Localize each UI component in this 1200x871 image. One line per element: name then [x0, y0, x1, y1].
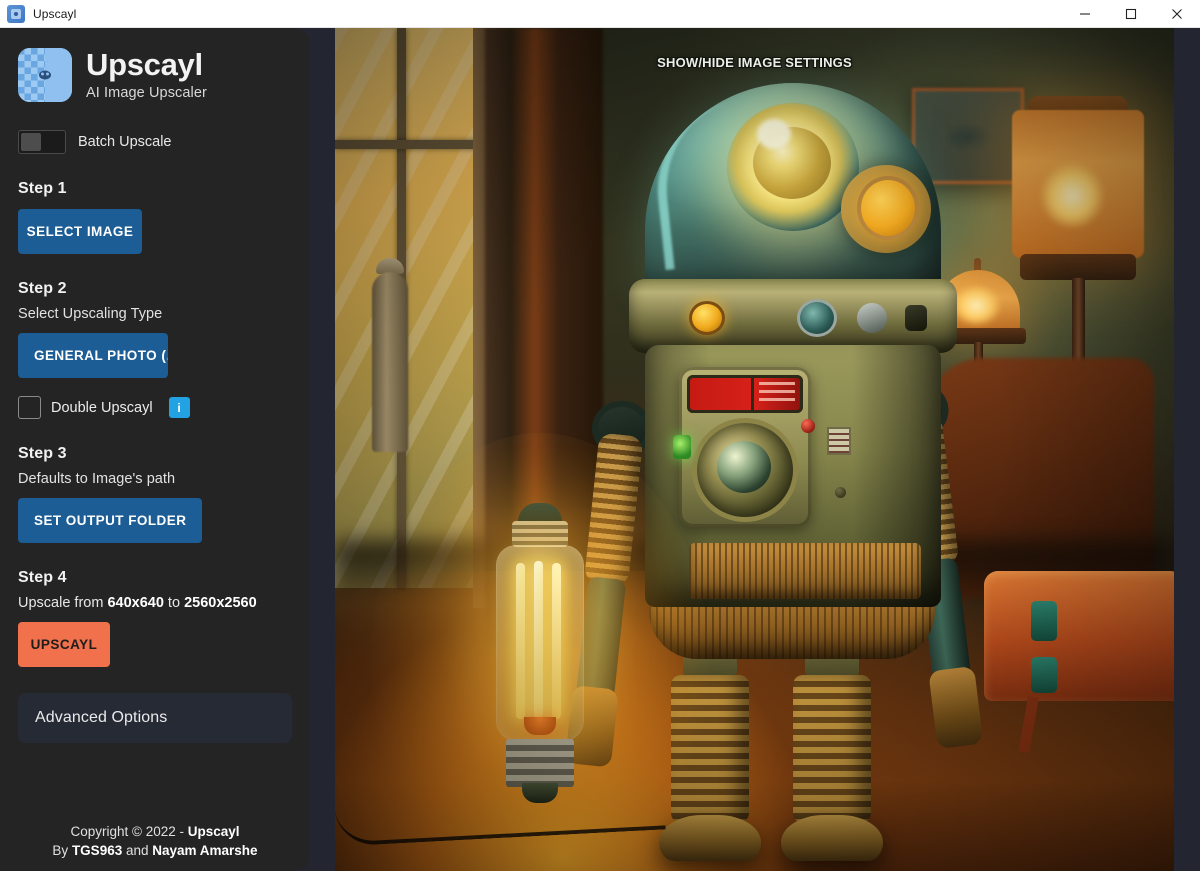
upscale-prefix: Upscale from: [18, 595, 108, 611]
robot-belt: [689, 543, 921, 599]
upscayl-app-icon: [7, 4, 25, 23]
advanced-options-panel[interactable]: Advanced Options: [18, 693, 292, 743]
brand-header: Upscayl AI Image Upscaler: [18, 28, 292, 102]
footer-author-1: TGS963: [71, 843, 123, 859]
upscaling-type-select[interactable]: GENERAL PHOTO (…: [18, 333, 168, 378]
footer-app-name: Upscayl: [187, 823, 240, 839]
double-upscayl-row[interactable]: Double Upscayl i: [18, 396, 292, 419]
robot-chest-panel: [673, 367, 815, 527]
upscayl-logo: [18, 48, 72, 102]
advanced-options-label: Advanced Options: [35, 709, 168, 726]
preview-image[interactable]: SHOW/HIDE IMAGE SETTINGS: [335, 28, 1174, 871]
robot-head-gauge: [841, 165, 931, 253]
double-upscayl-label: Double Upscayl: [51, 399, 153, 416]
robot-label-plate: [827, 427, 851, 455]
robot-dome-head: [645, 83, 941, 297]
show-hide-image-settings-toggle[interactable]: SHOW/HIDE IMAGE SETTINGS: [335, 55, 1174, 70]
close-icon[interactable]: [1154, 0, 1200, 28]
window-title: Upscayl: [33, 6, 77, 21]
window-controls: [1062, 0, 1200, 28]
image-viewer: SHOW/HIDE IMAGE SETTINGS: [310, 28, 1200, 871]
footer-authors-line: By TGS963 and Nayam Amarshe: [0, 841, 310, 861]
orange-cabinet: [984, 571, 1174, 754]
info-icon[interactable]: i: [168, 397, 190, 418]
robot-glowing-eye: [727, 103, 859, 231]
window-titlebar: Upscayl: [0, 0, 1200, 28]
batch-upscale-row[interactable]: Batch Upscale: [18, 130, 292, 154]
step-4-title: Step 4: [18, 569, 67, 586]
target-resolution: 2560x2560: [184, 595, 257, 611]
footer-copyright-prefix: Copyright © 2022 -: [70, 823, 188, 839]
maximize-icon[interactable]: [1108, 0, 1154, 28]
set-output-folder-button[interactable]: SET OUTPUT FOLDER: [18, 498, 203, 543]
double-upscayl-checkbox[interactable]: [18, 396, 41, 419]
background-lamp-left: [370, 258, 410, 458]
footer-copyright-line: Copyright © 2022 - Upscayl: [0, 822, 310, 842]
step-2-title: Step 2: [18, 280, 67, 297]
source-resolution: 640x640: [107, 595, 164, 611]
robot-collar-ring: [629, 279, 957, 353]
upscayl-button[interactable]: UPSCAYL: [18, 622, 110, 667]
app-body: Upscayl AI Image Upscaler Batch Upscale …: [0, 28, 1200, 871]
minimize-icon[interactable]: [1062, 0, 1108, 28]
app-name: Upscayl: [86, 47, 203, 83]
step-2-subtitle: Select Upscaling Type: [18, 306, 163, 322]
sidebar-footer: Copyright © 2022 - Upscayl By TGS963 and…: [0, 822, 310, 861]
step-3-subtitle: Defaults to Image's path: [18, 471, 176, 487]
footer-author-2: Nayam Amarshe: [152, 843, 258, 859]
upscale-middle: to: [163, 595, 185, 611]
light-bulb: [370, 433, 710, 871]
step-3-title: Step 3: [18, 445, 67, 462]
footer-and: and: [122, 843, 153, 859]
batch-upscale-label: Batch Upscale: [78, 134, 172, 150]
batch-upscale-toggle[interactable]: [18, 130, 66, 154]
app-tagline: AI Image Upscaler: [86, 84, 207, 101]
toggle-knob: [21, 133, 41, 151]
select-image-button[interactable]: SELECT IMAGE: [18, 209, 142, 254]
resolution-summary: Upscale from 640x640 to 2560x2560: [18, 595, 292, 611]
sidebar: Upscayl AI Image Upscaler Batch Upscale …: [0, 28, 310, 871]
footer-by-prefix: By: [52, 843, 72, 859]
step-1-title: Step 1: [18, 180, 67, 197]
scene-illustration: [335, 28, 1174, 871]
